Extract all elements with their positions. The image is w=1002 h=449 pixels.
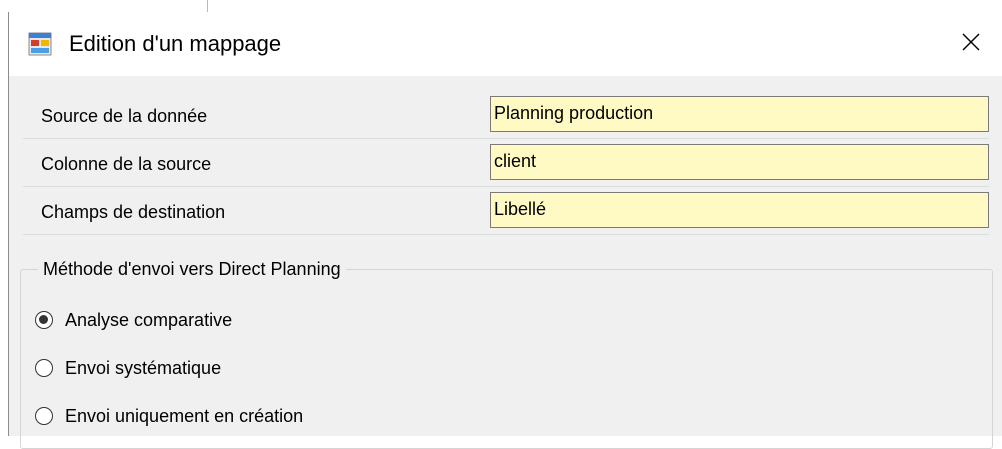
source-label: Source de la donnée xyxy=(41,106,208,126)
field-row-destination: Champs de destination Libellé xyxy=(23,192,989,235)
row-divider xyxy=(23,234,989,235)
radio-label[interactable]: Analyse comparative xyxy=(65,305,232,335)
method-group-legend: Méthode d'envoi vers Direct Planning xyxy=(38,257,346,281)
close-icon xyxy=(961,32,981,57)
row-divider xyxy=(23,186,989,187)
destination-label: Champs de destination xyxy=(41,202,226,222)
radio-envoi-creation[interactable]: Envoi uniquement en création xyxy=(35,401,303,431)
radio-button-checked[interactable] xyxy=(35,311,53,329)
column-label: Colonne de la source xyxy=(41,154,212,174)
source-field[interactable]: Planning production xyxy=(490,96,989,132)
background-strip xyxy=(0,0,1002,12)
radio-button[interactable] xyxy=(35,359,53,377)
radio-button[interactable] xyxy=(35,407,53,425)
background-divider xyxy=(207,0,208,12)
row-divider xyxy=(23,138,989,139)
radio-envoi-systematique[interactable]: Envoi systématique xyxy=(35,353,221,383)
radio-label[interactable]: Envoi uniquement en création xyxy=(65,401,303,431)
method-group: Méthode d'envoi vers Direct Planning Ana… xyxy=(20,257,993,449)
destination-field[interactable]: Libellé xyxy=(490,192,989,228)
window-title: Edition d'un mappage xyxy=(69,31,282,56)
radio-label[interactable]: Envoi systématique xyxy=(65,353,221,383)
dialog-content: Source de la donnée Planning production … xyxy=(9,76,1002,449)
app-window-icon xyxy=(27,31,53,57)
title-bar[interactable]: Edition d'un mappage xyxy=(9,12,1002,76)
column-field[interactable]: client xyxy=(490,144,989,180)
dialog-window: Edition d'un mappage Source de la donnée… xyxy=(8,12,1002,449)
radio-analyse-comparative[interactable]: Analyse comparative xyxy=(35,305,232,335)
close-button[interactable] xyxy=(940,12,1002,76)
field-row-source: Source de la donnée Planning production xyxy=(23,96,989,139)
field-row-column: Colonne de la source client xyxy=(23,144,989,187)
